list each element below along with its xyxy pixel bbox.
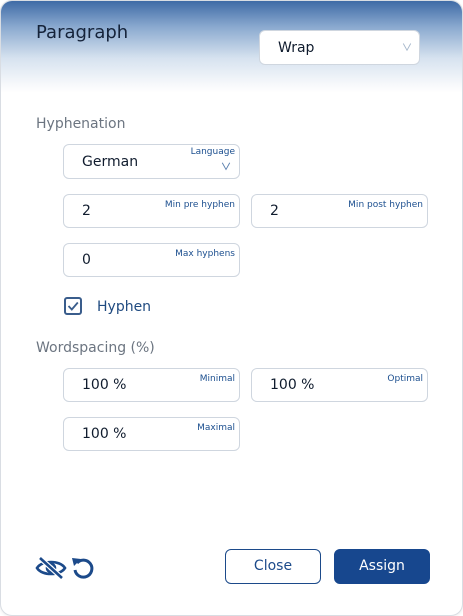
wordspacing-minimal-value: 100 % bbox=[82, 377, 127, 393]
wordspacing-maximal-label: Maximal bbox=[197, 423, 235, 433]
language-value: German bbox=[82, 154, 139, 170]
undo-icon[interactable] bbox=[70, 555, 96, 581]
wordspacing-maximal-value: 100 % bbox=[82, 426, 127, 442]
mode-select[interactable]: Wrap bbox=[259, 30, 420, 65]
language-select[interactable]: German Language bbox=[63, 144, 240, 179]
min-post-hyphen-value: 2 bbox=[270, 203, 279, 219]
min-pre-hyphen-value: 2 bbox=[82, 203, 91, 219]
max-hyphens-label: Max hyphens bbox=[175, 249, 235, 259]
wordspacing-optimal-field[interactable]: 100 % Optimal bbox=[251, 368, 428, 402]
checkmark-icon bbox=[67, 301, 79, 311]
max-hyphens-value: 0 bbox=[82, 252, 91, 268]
chevron-down-icon bbox=[402, 43, 412, 51]
max-hyphens-field[interactable]: 0 Max hyphens bbox=[63, 243, 240, 277]
min-post-hyphen-field[interactable]: 2 Min post hyphen bbox=[251, 194, 428, 228]
dialog-title: Paragraph bbox=[36, 22, 129, 43]
eye-off-icon[interactable] bbox=[35, 556, 67, 580]
min-pre-hyphen-field[interactable]: 2 Min pre hyphen bbox=[63, 194, 240, 228]
mode-select-value: Wrap bbox=[278, 40, 315, 56]
chevron-down-icon bbox=[221, 162, 231, 171]
hyphen-checkbox-label[interactable]: Hyphen bbox=[97, 299, 151, 315]
hyphen-checkbox[interactable] bbox=[64, 297, 82, 315]
hyphenation-heading: Hyphenation bbox=[36, 116, 126, 132]
wordspacing-maximal-field[interactable]: 100 % Maximal bbox=[63, 417, 240, 451]
wordspacing-minimal-label: Minimal bbox=[199, 374, 235, 384]
close-button[interactable]: Close bbox=[225, 549, 321, 584]
wordspacing-heading: Wordspacing (%) bbox=[36, 340, 155, 356]
language-label: Language bbox=[190, 147, 235, 157]
wordspacing-optimal-value: 100 % bbox=[270, 377, 315, 393]
assign-button[interactable]: Assign bbox=[334, 549, 430, 584]
paragraph-dialog: Paragraph Wrap Hyphenation German Langua… bbox=[0, 0, 463, 616]
min-pre-hyphen-label: Min pre hyphen bbox=[164, 200, 235, 210]
min-post-hyphen-label: Min post hyphen bbox=[348, 200, 423, 210]
wordspacing-minimal-field[interactable]: 100 % Minimal bbox=[63, 368, 240, 402]
wordspacing-optimal-label: Optimal bbox=[387, 374, 423, 384]
